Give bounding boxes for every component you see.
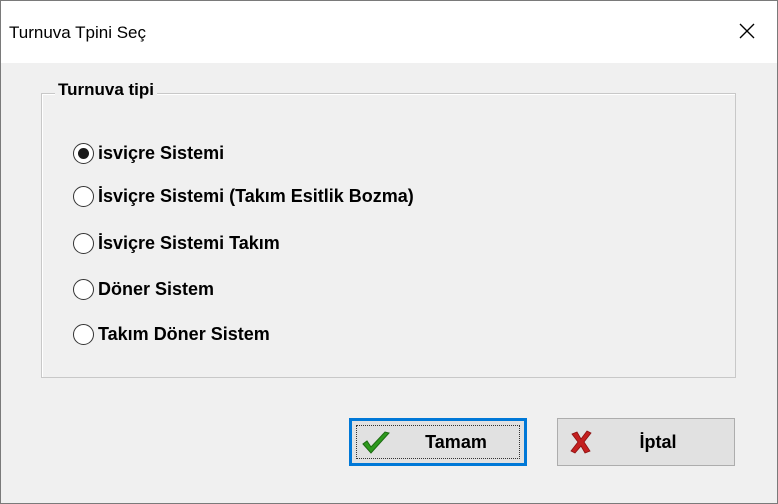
radio-button[interactable] (73, 185, 94, 207)
radio-button[interactable] (73, 232, 94, 254)
radio-label: Döner Sistem (98, 278, 215, 299)
radio-option-round-robin[interactable]: Döner Sistem (73, 276, 214, 302)
radio-label: isviçre Sistemi (98, 142, 225, 163)
radio-selected-dot (78, 147, 89, 159)
close-button[interactable] (721, 1, 777, 63)
radio-button[interactable] (73, 323, 94, 345)
radio-option-swiss-team[interactable]: İsviçre Sistemi Takım (73, 230, 280, 256)
radio-label: İsviçre Sistemi (Takım Esitlik Bozma) (98, 185, 414, 206)
radio-option-swiss-team-tiebreak[interactable]: İsviçre Sistemi (Takım Esitlik Bozma) (73, 183, 414, 209)
ok-button-label: Tamam (425, 431, 487, 452)
group-legend: Turnuva tipi (55, 80, 158, 100)
radio-label: İsviçre Sistemi Takım (98, 232, 280, 253)
radio-button[interactable] (73, 142, 94, 164)
cancel-button-label: İptal (639, 431, 677, 452)
close-icon (739, 23, 755, 39)
title-bar: Turnuva Tpini Seç (1, 1, 777, 63)
radio-option-team-round-robin[interactable]: Takım Döner Sistem (73, 321, 270, 347)
radio-option-swiss[interactable]: isviçre Sistemi (73, 140, 224, 166)
dialog-window: Turnuva Tpini Seç Turnuva tipi isviçre S… (0, 0, 778, 504)
radio-label: Takım Döner Sistem (98, 323, 270, 344)
window-title: Turnuva Tpini Seç (9, 23, 147, 42)
cancel-button[interactable]: İptal (557, 418, 735, 466)
radio-button[interactable] (73, 278, 94, 300)
ok-button[interactable]: Tamam (349, 418, 527, 466)
